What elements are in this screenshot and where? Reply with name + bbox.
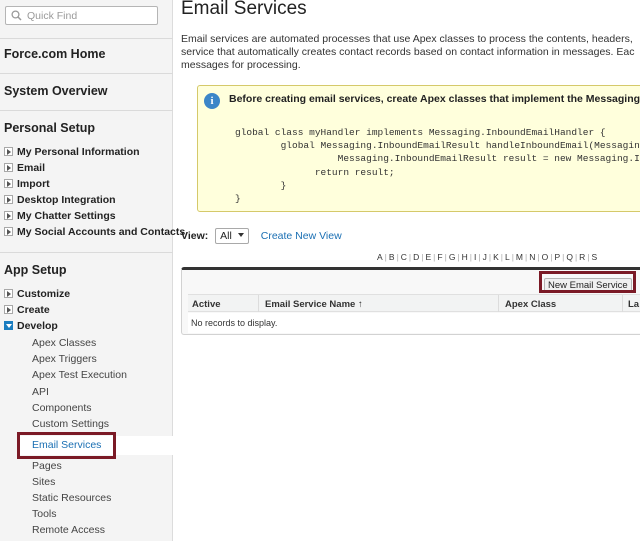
alphabet-letter[interactable]: B: [389, 252, 395, 262]
column-header-email-service-name[interactable]: Email Service Name ↑: [265, 299, 363, 310]
divider: [0, 252, 173, 253]
column-divider: [498, 295, 499, 312]
alphabet-letter[interactable]: S: [592, 252, 598, 262]
tree-item-label: Customize: [17, 288, 71, 300]
expand-icon[interactable]: [4, 289, 13, 298]
search-icon: [11, 10, 22, 21]
create-new-view-link[interactable]: Create New View: [261, 230, 342, 242]
email-services-list: New Email Service Active Email Service N…: [181, 267, 640, 335]
personal-setup-heading: Personal Setup: [4, 121, 95, 135]
info-message-box: i Before creating email services, create…: [197, 85, 640, 212]
sample-code: global class myHandler implements Messag…: [235, 127, 640, 205]
setup-page: Force.com Home System Overview Personal …: [0, 0, 640, 541]
setup-sidebar: Force.com Home System Overview Personal …: [0, 0, 185, 541]
alphabet-letter[interactable]: H: [462, 252, 468, 262]
view-selector-row: View: All Create New View: [181, 228, 342, 244]
alphabet-letter[interactable]: M: [516, 252, 523, 262]
tree-item-desktop-integration[interactable]: Desktop Integration: [4, 194, 116, 208]
collapse-icon[interactable]: [4, 321, 13, 330]
sub-item-sites[interactable]: Sites: [32, 476, 55, 488]
tree-item-import[interactable]: Import: [4, 178, 50, 192]
description-line: service that automatically creates conta…: [181, 46, 635, 58]
tree-item-create[interactable]: Create: [4, 304, 50, 318]
sub-item-email-services[interactable]: Email Services: [32, 439, 101, 451]
sub-item-apex-test-execution[interactable]: Apex Test Execution: [32, 369, 127, 381]
column-divider: [258, 295, 259, 312]
divider: [0, 73, 173, 74]
tree-item-customize[interactable]: Customize: [4, 288, 70, 302]
sub-item-static-resources[interactable]: Static Resources: [32, 492, 111, 504]
tree-item-label: Email: [17, 162, 46, 174]
column-header-active[interactable]: Active: [192, 299, 221, 310]
expand-icon[interactable]: [4, 163, 13, 172]
tree-item-label: Create: [17, 304, 50, 316]
divider: [0, 38, 173, 39]
sub-item-remote-access[interactable]: Remote Access: [32, 524, 105, 536]
tree-item-label: My Personal Information: [17, 146, 140, 158]
table-header: Active Email Service Name ↑ Apex Class L…: [188, 294, 640, 312]
expand-icon[interactable]: [4, 305, 13, 314]
app-setup-heading: App Setup: [4, 263, 67, 277]
expand-icon[interactable]: [4, 195, 13, 204]
expand-icon[interactable]: [4, 211, 13, 220]
page-description: Email services are automated processes t…: [181, 33, 640, 72]
force-home-link[interactable]: Force.com Home: [4, 47, 105, 61]
sub-item-custom-settings[interactable]: Custom Settings: [32, 418, 109, 430]
alphabet-letter[interactable]: F: [437, 252, 442, 262]
alphabet-letter[interactable]: Q: [566, 252, 573, 262]
tree-item-my-chatter-settings[interactable]: My Chatter Settings: [4, 210, 116, 224]
sub-item-components[interactable]: Components: [32, 402, 92, 414]
sub-item-tools[interactable]: Tools: [32, 508, 57, 520]
tree-item-label: Desktop Integration: [17, 194, 116, 206]
system-overview-link[interactable]: System Overview: [4, 84, 108, 98]
expand-icon[interactable]: [4, 179, 13, 188]
column-header-apex-class[interactable]: Apex Class: [505, 299, 556, 310]
quick-find-input[interactable]: [27, 8, 155, 23]
view-label: View:: [181, 229, 209, 242]
alphabet-letter[interactable]: L: [505, 252, 510, 262]
new-email-service-button[interactable]: New Email Service: [544, 278, 632, 293]
tree-item-label: Import: [17, 178, 50, 190]
alphabet-letter[interactable]: A: [377, 252, 383, 262]
info-icon: i: [204, 93, 220, 109]
main-content: Email Services Email services are automa…: [181, 0, 640, 541]
view-selected-value: All: [220, 230, 232, 242]
tree-item-label: My Chatter Settings: [17, 210, 116, 222]
sub-item-apex-triggers[interactable]: Apex Triggers: [32, 353, 97, 365]
description-line: messages for processing.: [181, 59, 301, 71]
tree-item-my-personal-information[interactable]: My Personal Information: [4, 146, 140, 160]
column-divider: [622, 295, 623, 312]
alphabet-filter: A | B | C | D | E | F | G | H | I | J | K | L | M | N | O | P | Q | R | S: [377, 252, 597, 262]
tree-item-develop[interactable]: Develop: [4, 320, 58, 334]
quick-find-box[interactable]: [5, 6, 158, 25]
sub-item-apex-classes[interactable]: Apex Classes: [32, 337, 96, 349]
info-heading: Before creating email services, create A…: [229, 93, 640, 105]
expand-icon[interactable]: [4, 227, 13, 236]
column-header-last[interactable]: La: [628, 299, 639, 310]
tree-item-label: My Social Accounts and Contacts: [17, 226, 186, 238]
description-line: Email services are automated processes t…: [181, 33, 633, 45]
tree-item-email[interactable]: Email: [4, 162, 45, 176]
chevron-down-icon: [237, 233, 244, 237]
view-select[interactable]: All: [215, 228, 249, 244]
sub-item-api[interactable]: API: [32, 386, 49, 398]
sub-item-pages[interactable]: Pages: [32, 460, 62, 472]
tree-item-label: Develop: [17, 320, 58, 332]
tree-item-my-social-accounts[interactable]: My Social Accounts and Contacts: [4, 226, 185, 240]
divider: [0, 110, 173, 111]
empty-table-message: No records to display.: [191, 318, 278, 328]
alphabet-letter[interactable]: K: [493, 252, 499, 262]
alphabet-letter[interactable]: C: [401, 252, 407, 262]
expand-icon[interactable]: [4, 147, 13, 156]
page-title: Email Services: [181, 0, 307, 19]
